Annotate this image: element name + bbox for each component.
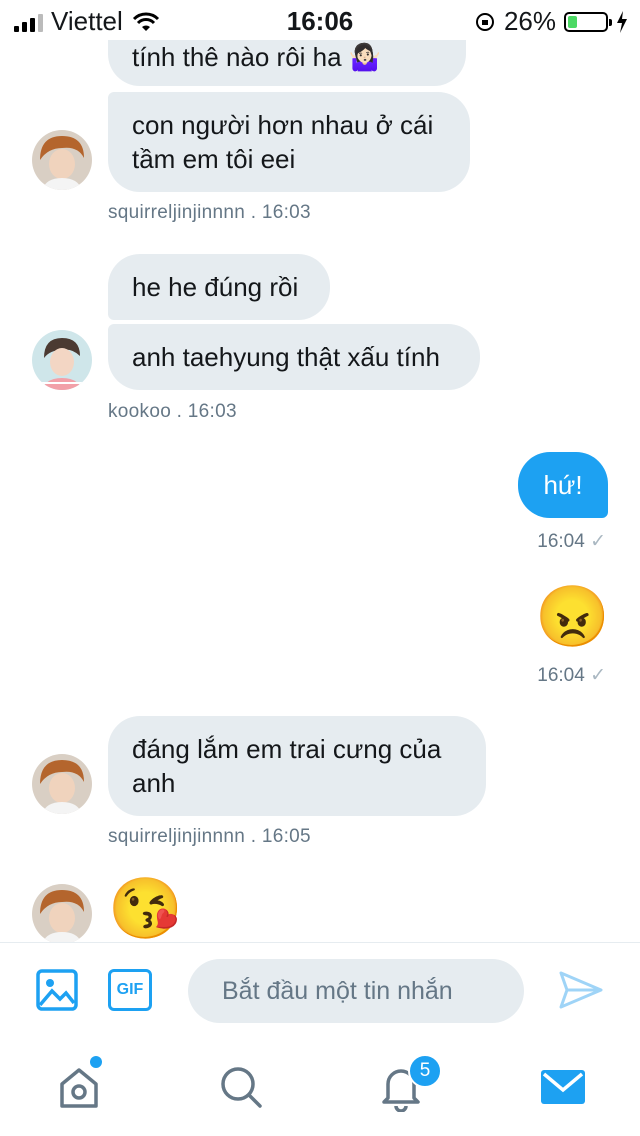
message-meta: 16:04 ✓	[537, 530, 606, 553]
charging-bolt-icon	[617, 10, 627, 33]
avatar[interactable]	[32, 130, 92, 190]
message-input[interactable]: Bắt đầu một tin nhắn	[188, 959, 524, 1023]
gif-button[interactable]: GIF	[108, 969, 152, 1011]
angry-face-emoji[interactable]: 😠	[535, 582, 610, 652]
avatar[interactable]	[32, 754, 92, 814]
notifications-badge: 5	[408, 1054, 442, 1088]
search-icon[interactable]	[216, 1062, 266, 1112]
message-text: anh taehyung thật xấu tính	[132, 342, 440, 372]
read-check-icon: ✓	[590, 665, 606, 686]
kiss-face-emoji[interactable]: 😘	[108, 874, 183, 942]
send-icon[interactable]	[558, 969, 604, 1011]
battery-percent: 26%	[503, 6, 556, 36]
message-text: tính thê nào rôi ha 🤷🏻‍♀️	[132, 42, 382, 72]
image-icon[interactable]	[36, 969, 78, 1011]
message-text: hứ!	[543, 470, 583, 500]
message-bubble[interactable]: tính thê nào rôi ha 🤷🏻‍♀️	[108, 40, 466, 86]
battery-icon	[564, 11, 612, 32]
home-badge-dot	[90, 1056, 102, 1068]
home-icon[interactable]	[54, 1062, 104, 1112]
avatar[interactable]	[32, 884, 92, 942]
status-bar: Viettel 16:06 26%	[0, 0, 640, 40]
rotation-lock-icon	[475, 12, 494, 31]
message-text: đáng lắm em trai cưng của anh	[132, 734, 442, 798]
message-meta: squirreljinjinnnn . 16:05	[108, 826, 311, 847]
message-time: 16:04	[537, 665, 585, 686]
conversation[interactable]: tính thê nào rôi ha 🤷🏻‍♀️ con người hơn …	[0, 40, 640, 942]
message-text: con người hơn nhau ở cái tầm em tôi eei	[132, 110, 434, 174]
messages-mail-icon[interactable]	[538, 1062, 588, 1112]
message-bubble[interactable]: đáng lắm em trai cưng của anh	[108, 716, 486, 816]
compose-bar: GIF Bắt đầu một tin nhắn	[0, 942, 640, 1039]
tab-bar: 5	[0, 1038, 640, 1136]
message-meta: squirreljinjinnnn . 16:03	[108, 202, 311, 223]
message-time: 16:04	[537, 531, 585, 552]
message-text: he he đúng rồi	[132, 272, 299, 302]
message-meta: 16:04 ✓	[537, 664, 606, 687]
avatar[interactable]	[32, 330, 92, 390]
message-bubble-outgoing[interactable]: hứ!	[518, 452, 608, 518]
message-bubble[interactable]: con người hơn nhau ở cái tầm em tôi eei	[108, 92, 470, 192]
status-right: 26%	[474, 6, 628, 37]
read-check-icon: ✓	[590, 531, 606, 552]
message-bubble[interactable]: he he đúng rồi	[108, 254, 330, 320]
message-bubble[interactable]: anh taehyung thật xấu tính	[108, 324, 480, 390]
message-meta: kookoo . 16:03	[108, 401, 237, 422]
